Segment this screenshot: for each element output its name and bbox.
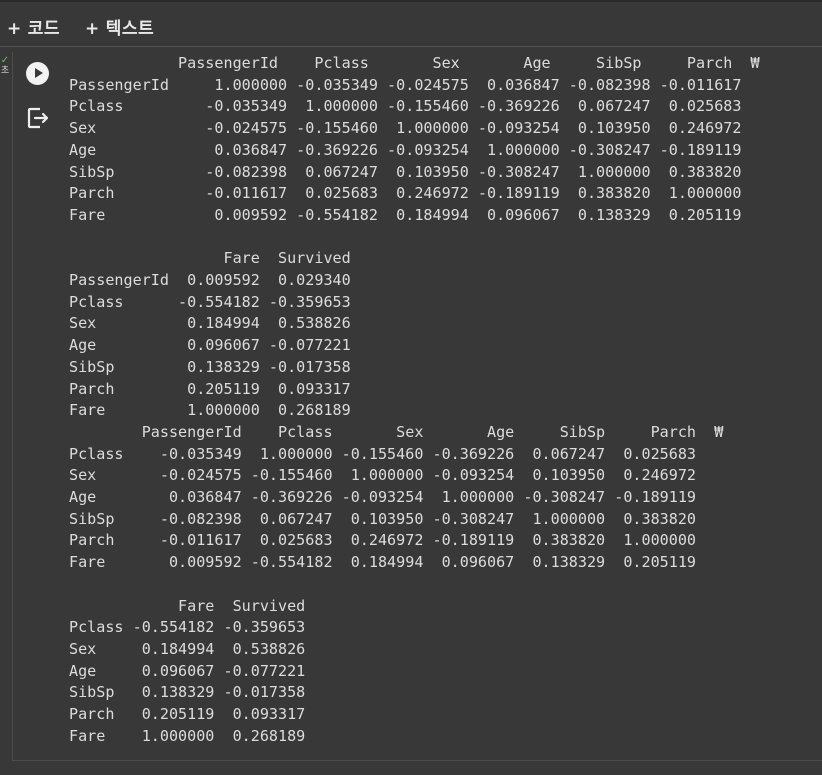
add-code-button[interactable]: + 코드	[7, 14, 60, 39]
plus-icon: +	[7, 19, 22, 39]
run-cell-button[interactable]	[26, 62, 49, 85]
cell-bottom-border	[12, 760, 822, 761]
add-text-label: 텍스트	[105, 19, 155, 39]
cell-border	[12, 52, 13, 761]
plus-icon: +	[85, 19, 100, 39]
cell-output-text: PassengerId Pclass Sex Age SibSp Parch ₩…	[69, 54, 760, 745]
output-actions-icon[interactable]	[26, 106, 50, 130]
add-code-label: 코드	[27, 19, 61, 39]
add-text-button[interactable]: + 텍스트	[85, 14, 154, 39]
execution-status: ✓ 초	[0, 55, 10, 77]
toolbar-divider	[0, 46, 822, 47]
notebook-toolbar: + 코드 + 텍스트	[0, 0, 822, 48]
check-icon: ✓	[0, 55, 10, 66]
execution-time-label: 초	[0, 66, 10, 76]
